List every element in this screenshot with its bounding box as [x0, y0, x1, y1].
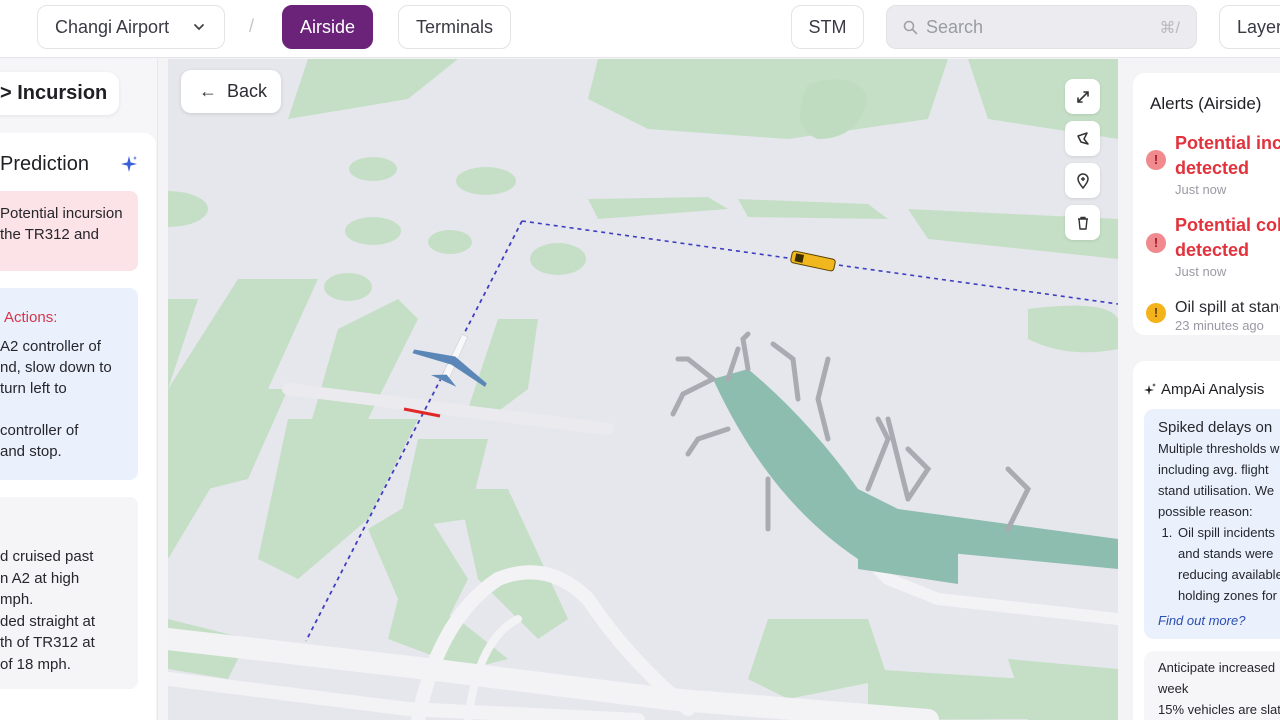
reason-line: holding zones for	[1178, 588, 1278, 603]
action-item: A2 controller of nd, slow down to turn l…	[0, 336, 138, 399]
analysis-insight-box: Spiked delays on Multiple thresholds wer…	[1144, 409, 1280, 639]
breadcrumb-separator: /	[249, 16, 255, 36]
detail-line: th of TR312 at	[0, 634, 95, 651]
airside-map[interactable]	[168, 59, 1118, 720]
alert-time: 23 minutes ago	[1175, 318, 1264, 333]
alert-title: Potential collision	[1175, 215, 1280, 235]
reason-item: Oil spill incidents and stands were redu…	[1176, 522, 1280, 606]
stm-button[interactable]: STM	[791, 5, 864, 49]
prediction-card: Prediction Potential incursion the TR312…	[0, 133, 156, 720]
analysis-title: AmpAi Analysis	[1144, 381, 1264, 398]
incursion-breadcrumb[interactable]: > Incursion	[0, 72, 119, 115]
find-out-more-link[interactable]: Find out more?	[1158, 610, 1280, 631]
action-line: nd, slow down to	[0, 359, 112, 376]
alert-time: Just now	[1175, 182, 1227, 197]
detail-line: ded straight at	[0, 612, 96, 630]
search-input[interactable]: Search ⌘/	[886, 5, 1197, 49]
incursion-panel: > Incursion Prediction Potential incursi…	[0, 59, 158, 720]
insight-line: 15% vehicles are slated	[1158, 702, 1280, 717]
prediction-line: Potential incursion	[0, 205, 123, 222]
search-shortcut: ⌘/	[1159, 20, 1180, 37]
back-button[interactable]: ← Back	[181, 70, 281, 113]
detail-line: n A2 at high	[0, 569, 80, 587]
add-location-icon	[1076, 172, 1089, 189]
terminal-building	[713, 369, 1118, 584]
alerts-card: Alerts (Airside) ! Potential incursion d…	[1133, 73, 1280, 335]
insight-line: possible reason:	[1158, 504, 1253, 519]
insight-line: Anticipate increased	[1158, 660, 1276, 675]
reason-list: Oil spill incidents and stands were redu…	[1176, 522, 1280, 606]
alert-title: Oil spill at stand	[1175, 299, 1280, 316]
action-line: and stop.	[0, 443, 62, 460]
sparkle-icon	[1144, 382, 1156, 395]
ground-vehicle-icon	[790, 250, 836, 272]
prediction-alert-box: Potential incursion the TR312 and	[0, 191, 138, 271]
action-line: A2 controller of	[0, 338, 101, 355]
insight-line: week	[1158, 681, 1189, 696]
chevron-down-icon	[194, 24, 204, 31]
search-icon	[903, 20, 918, 34]
delete-button[interactable]	[1065, 205, 1100, 240]
ampai-analysis-card: AmpAi Analysis Spiked delays on Multiple…	[1133, 361, 1280, 720]
reason-line: reducing available	[1178, 567, 1280, 582]
recommended-actions-box: Actions: A2 controller of nd, slow down …	[0, 288, 138, 480]
action-line: turn left to	[0, 380, 67, 397]
add-marker-button[interactable]	[1065, 163, 1100, 198]
actions-heading: Actions:	[4, 309, 58, 326]
insight-heading: Spiked delays on	[1158, 419, 1273, 436]
insight-line: stand utilisation. We	[1158, 483, 1275, 498]
alert-title: detected	[1175, 240, 1250, 260]
prediction-line: the TR312 and	[0, 226, 99, 243]
top-bar: Changi Airport / Airside Terminals STM S…	[0, 0, 1280, 58]
action-line: controller of	[0, 422, 79, 439]
alert-time: Just now	[1175, 264, 1227, 279]
alert-title: Potential incursion	[1175, 133, 1280, 153]
expand-button[interactable]	[1065, 79, 1100, 114]
arrow-left-icon: ←	[199, 81, 217, 101]
insight-line: Multiple thresholds were	[1158, 441, 1280, 456]
reason-line: and stands were	[1178, 546, 1274, 561]
action-item: controller of and stop.	[0, 420, 138, 462]
insight-line: including avg. flight	[1158, 462, 1269, 477]
back-button-label: Back	[227, 81, 268, 101]
layers-button[interactable]: Layers	[1219, 5, 1280, 49]
detail-line: d cruised past	[0, 548, 94, 565]
search-placeholder: Search	[926, 16, 984, 37]
map-canvas	[168, 59, 1118, 720]
warning-icon: !	[1146, 303, 1166, 323]
expand-icon	[1076, 90, 1089, 103]
prediction-title: Prediction	[0, 153, 89, 175]
error-icon: !	[1146, 150, 1166, 170]
detail-line: mph.	[0, 591, 34, 608]
analysis-title-text: AmpAi Analysis	[1161, 381, 1265, 398]
detail-line: of 18 mph.	[0, 655, 71, 673]
polygon-icon	[1076, 131, 1089, 145]
alerts-title: Alerts (Airside)	[1150, 94, 1262, 113]
draw-polygon-button[interactable]	[1065, 121, 1100, 156]
airport-selector[interactable]: Changi Airport	[37, 5, 225, 49]
alert-title: detected	[1175, 158, 1250, 178]
trash-icon	[1077, 216, 1088, 230]
tab-airside[interactable]: Airside	[282, 5, 373, 49]
right-panel: Alerts (Airside) ! Potential incursion d…	[1119, 59, 1280, 720]
sparkle-icon	[121, 156, 137, 172]
analysis-secondary-box: Anticipate increased week 15% vehicles a…	[1144, 651, 1280, 720]
error-icon: !	[1146, 233, 1166, 253]
incident-details-box: d cruised past n A2 at high mph. ded str…	[0, 497, 138, 689]
reason-line: Oil spill incidents	[1178, 525, 1275, 540]
tab-terminals[interactable]: Terminals	[398, 5, 511, 49]
airport-selector-label: Changi Airport	[55, 16, 170, 37]
